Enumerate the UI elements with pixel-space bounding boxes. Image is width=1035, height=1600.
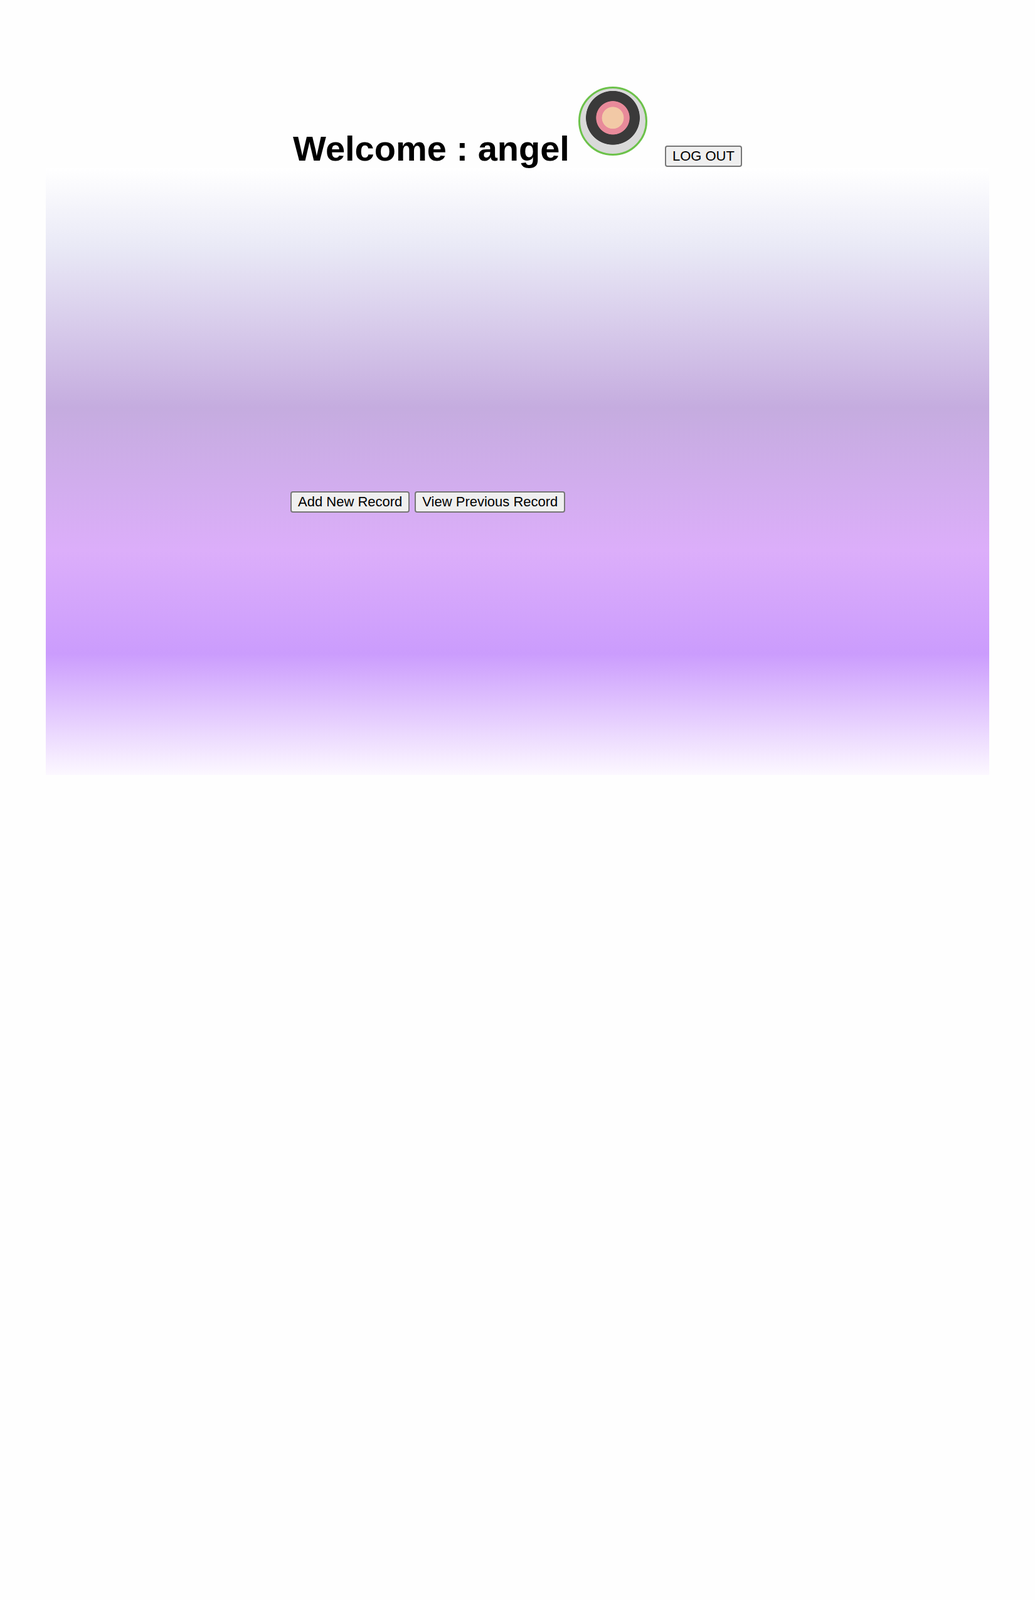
content-panel: Add New RecordView Previous Record — [45, 168, 990, 775]
logout-button[interactable]: LOG OUT — [664, 145, 743, 167]
page-header: Welcome : angel LOG OUT — [0, 0, 1035, 169]
logout-area: LOG OUT — [664, 145, 743, 167]
action-buttons: Add New RecordView Previous Record — [290, 491, 990, 513]
avatar-photo — [578, 86, 648, 156]
view-records-button[interactable]: View Previous Record — [414, 491, 566, 513]
add-record-button[interactable]: Add New Record — [290, 491, 410, 513]
welcome-heading: Welcome : angel — [292, 129, 570, 169]
